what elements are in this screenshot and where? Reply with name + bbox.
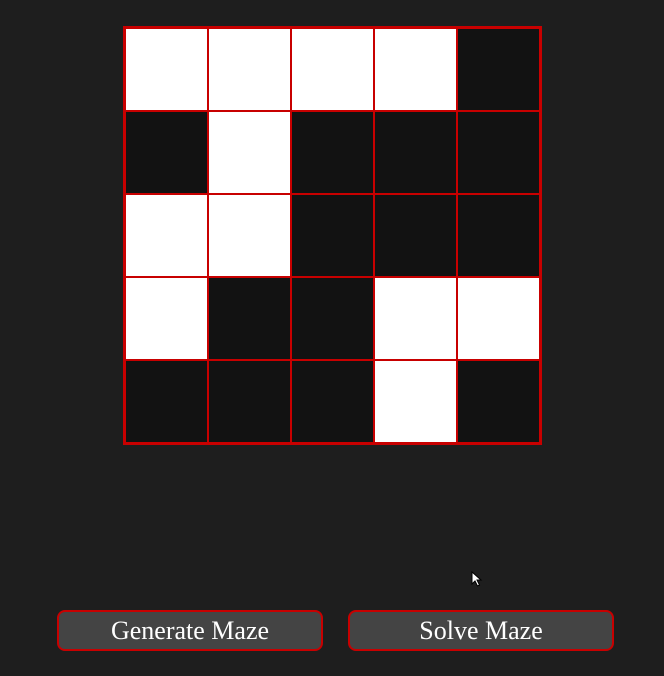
maze-cell-open[interactable]	[125, 28, 208, 111]
maze-cell-wall[interactable]	[457, 111, 540, 194]
maze-cell-wall[interactable]	[374, 111, 457, 194]
maze-cell-open[interactable]	[374, 28, 457, 111]
maze-cell-open[interactable]	[374, 277, 457, 360]
maze-cell-wall[interactable]	[125, 111, 208, 194]
maze-cell-wall[interactable]	[208, 360, 291, 443]
maze-cell-wall[interactable]	[291, 360, 374, 443]
maze-cell-open[interactable]	[374, 360, 457, 443]
maze-cell-wall[interactable]	[125, 360, 208, 443]
maze-cell-wall[interactable]	[208, 277, 291, 360]
maze-cell-open[interactable]	[208, 111, 291, 194]
maze-cell-wall[interactable]	[291, 194, 374, 277]
maze-cell-wall[interactable]	[457, 194, 540, 277]
maze-cell-open[interactable]	[208, 194, 291, 277]
maze-cell-open[interactable]	[457, 277, 540, 360]
mouse-pointer-icon	[471, 571, 483, 587]
maze-cell-wall[interactable]	[374, 194, 457, 277]
maze-cell-wall[interactable]	[291, 277, 374, 360]
generate-maze-button[interactable]: Generate Maze	[57, 610, 323, 651]
maze-cell-wall[interactable]	[291, 111, 374, 194]
maze-cell-wall[interactable]	[457, 28, 540, 111]
maze-cell-open[interactable]	[125, 277, 208, 360]
maze-cell-open[interactable]	[125, 194, 208, 277]
maze-grid	[123, 26, 542, 445]
maze-cell-open[interactable]	[208, 28, 291, 111]
solve-maze-button[interactable]: Solve Maze	[348, 610, 614, 651]
maze-cell-open[interactable]	[291, 28, 374, 111]
maze-cell-wall[interactable]	[457, 360, 540, 443]
maze-app: Generate Maze Solve Maze	[0, 0, 664, 676]
